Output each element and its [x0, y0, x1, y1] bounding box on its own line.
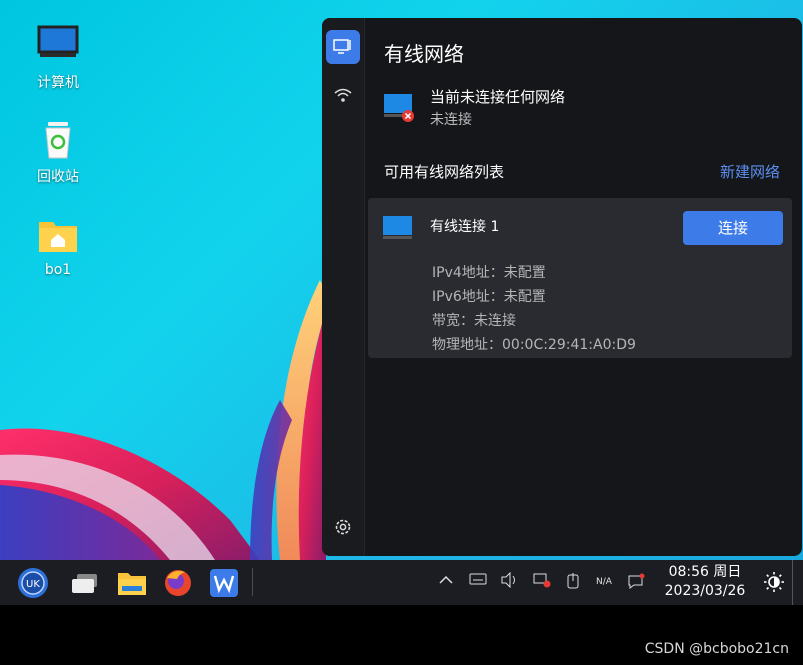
- sidebar-wifi-button[interactable]: [326, 78, 360, 112]
- start-menu-button[interactable]: UK: [16, 566, 50, 600]
- desktop-icon-recycle-bin[interactable]: 回收站: [18, 118, 98, 186]
- connect-button[interactable]: 连接: [683, 211, 783, 245]
- clock-date: 2023/03/26: [664, 583, 746, 599]
- show-desktop-button[interactable]: [792, 560, 793, 605]
- network-tray-button[interactable]: [532, 572, 552, 592]
- settings-icon: [335, 519, 351, 535]
- svg-text:UK: UK: [26, 579, 40, 590]
- network-disconnected-icon: [533, 573, 551, 588]
- taskbar-clock[interactable]: 08:56 周日 2023/03/26: [660, 563, 750, 601]
- wired-connection-card[interactable]: 有线连接 1 连接 IPv4地址：未配置 IPv6地址：未配置 带宽：未连接 物…: [368, 198, 792, 358]
- connection-name: 有线连接 1: [430, 219, 500, 235]
- sidebar-settings-button[interactable]: [326, 510, 360, 544]
- desktop-icon-label: 回收站: [37, 169, 79, 185]
- usb-tray-button[interactable]: [563, 572, 583, 592]
- brightness-icon: [764, 572, 784, 592]
- volume-icon: [501, 571, 515, 589]
- desktop-icon-home[interactable]: bo1: [18, 214, 98, 278]
- notification-icon: [628, 573, 645, 589]
- bandwidth: 带宽：未连接: [432, 313, 516, 329]
- file-manager-icon: [118, 573, 146, 595]
- wired-network-icon: [333, 39, 351, 54]
- chevron-up-icon: [439, 575, 453, 584]
- volume-tray-button[interactable]: [499, 571, 519, 592]
- firefox-button[interactable]: [161, 566, 195, 600]
- network-panel: 有线网络 当前未连接任何网络 未连接 可用有线网络列表 新建网络 有线连接 1 …: [322, 18, 802, 556]
- mac-address: 物理地址：00:0C:29:41:A0:D9: [432, 337, 636, 353]
- monitor-icon: [382, 213, 414, 243]
- theme-toggle-button[interactable]: [763, 571, 785, 593]
- start-menu-icon: UK: [18, 568, 48, 598]
- recycle-bin-icon: [36, 118, 80, 162]
- wps-button[interactable]: [207, 566, 241, 600]
- taskbar-separator: [252, 568, 253, 596]
- watermark: CSDN @bcbobo21cn: [644, 641, 789, 657]
- keyboard-tray-button[interactable]: [468, 572, 488, 592]
- connection-status: 当前未连接任何网络: [430, 88, 566, 106]
- wps-icon: [210, 569, 238, 597]
- notification-tray-button[interactable]: [626, 572, 646, 592]
- keyboard-icon: [469, 573, 487, 585]
- firefox-icon: [165, 570, 191, 596]
- battery-tray-button[interactable]: N/A: [594, 572, 614, 592]
- tray-expand-button[interactable]: [436, 572, 456, 592]
- new-network-link[interactable]: 新建网络: [720, 161, 780, 182]
- wifi-icon: [334, 88, 352, 102]
- taskbar: UK N/A 08:56 周日 2023/03/26: [0, 560, 803, 605]
- network-list-title: 可用有线网络列表: [384, 163, 505, 181]
- file-manager-button[interactable]: [115, 566, 149, 600]
- desktop-icon-label: bo1: [44, 262, 72, 278]
- ipv6-address: IPv6地址：未配置: [432, 289, 546, 305]
- multitask-view-button[interactable]: [68, 566, 102, 600]
- ipv4-address: IPv4地址：未配置: [432, 265, 546, 281]
- sidebar-wired-button[interactable]: [326, 30, 360, 64]
- disconnected-monitor-icon: [382, 92, 414, 124]
- panel-title: 有线网络: [384, 42, 464, 66]
- clock-time: 08:56 周日: [668, 564, 742, 580]
- multitask-icon: [72, 574, 97, 593]
- usb-icon: [567, 573, 579, 589]
- connection-status-detail: 未连接: [430, 112, 472, 128]
- panel-sidebar: [322, 18, 365, 556]
- desktop-icon-computer[interactable]: 计算机: [18, 24, 98, 92]
- desktop-icon-label: 计算机: [37, 75, 79, 91]
- home-folder-icon: [36, 214, 80, 258]
- computer-icon: [36, 24, 80, 68]
